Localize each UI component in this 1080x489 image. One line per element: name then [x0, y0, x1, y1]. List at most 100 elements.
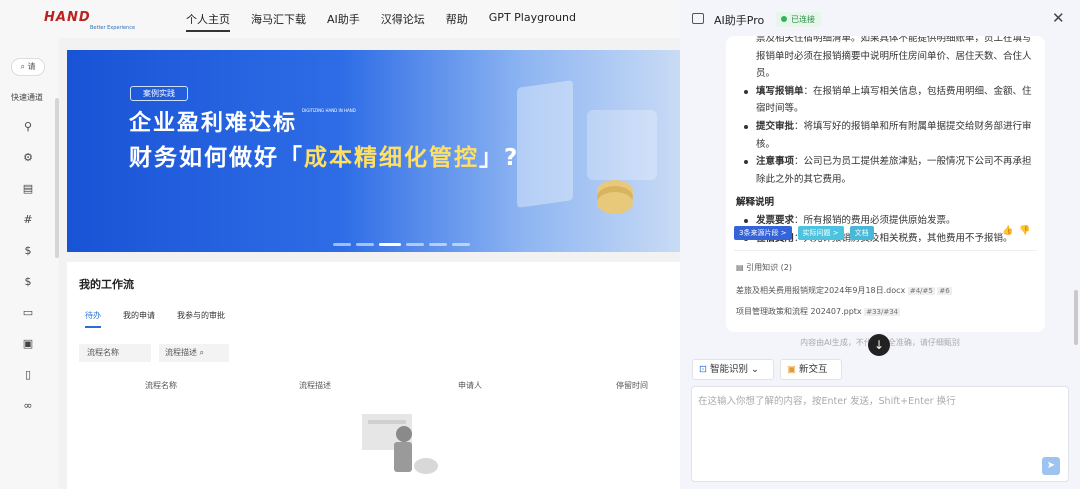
citation-ref[interactable]: #33/#34: [864, 308, 901, 316]
tab-my-approvals[interactable]: 我参与的审批: [177, 310, 225, 328]
list-item-title: 填写报销单: [756, 85, 804, 97]
carousel-dot[interactable]: [452, 243, 470, 246]
list-item-title: 发票要求: [756, 214, 795, 226]
background-page: HAND Better Experience 个人主页 海马汇下载 AI助手 汉…: [0, 0, 680, 489]
carousel-dot-active[interactable]: [379, 243, 401, 246]
list-item-title: 注意事项: [756, 156, 795, 168]
nav-item-gpt-playground[interactable]: GPT Playground: [489, 11, 576, 32]
sidebar-search[interactable]: ⌕ 请: [11, 58, 45, 76]
banner-carousel[interactable]: 案例实践 企业盈利难达标 DIGITIZING HAND IN HAND 财务如…: [67, 50, 680, 252]
list-item-title: 提交审批: [756, 120, 795, 132]
sources-chip[interactable]: 3条来源片段 >: [734, 226, 792, 240]
hash-icon[interactable]: #: [21, 213, 35, 227]
banner-line2-a: 财务如何做好「: [129, 145, 304, 171]
carousel-dot[interactable]: [333, 243, 351, 246]
close-icon[interactable]: ✕: [1052, 9, 1065, 27]
list-item-text: ：将填写好的报销单和所有附属单据提交给财务部进行审核。: [756, 120, 1032, 150]
carousel-dot[interactable]: [406, 243, 424, 246]
chat-input[interactable]: [698, 393, 1058, 453]
nav-item-help[interactable]: 帮助: [446, 11, 468, 32]
divider: [734, 250, 1037, 251]
filter-process-name[interactable]: 流程名称: [79, 344, 151, 362]
nav-menu: 个人主页 海马汇下载 AI助手 汉得论坛 帮助 GPT Playground: [186, 11, 597, 32]
finance-icon[interactable]: $: [21, 275, 35, 289]
send-icon: ➤: [1046, 460, 1056, 471]
user-icon[interactable]: ⚲: [21, 120, 35, 134]
nav-item-download[interactable]: 海马汇下载: [251, 11, 306, 32]
citation-name: 差旅及相关费用报销规定2024年9月18日.docx: [736, 286, 906, 295]
source-chips: 3条来源片段 > 实际问题 > 文档: [734, 226, 874, 240]
smart-recognition-button[interactable]: ⊡ 智能识别 ⌄: [692, 359, 774, 380]
carousel-dot[interactable]: [429, 243, 447, 246]
chat-input-box: ➤: [691, 386, 1069, 482]
book-icon[interactable]: ▯: [21, 368, 35, 382]
steps-list: 填写报销单：在报销单上填写相关信息，包括费用明细、金额、住宿时间等。 提交审批：…: [736, 83, 1032, 189]
banner-illustration-chart: [587, 110, 657, 180]
workflow-title: 我的工作流: [79, 278, 134, 291]
list-item: 填写报销单：在报销单上填写相关信息，包括费用明细、金额、住宿时间等。: [736, 83, 1032, 118]
banner-line2-c: 」?: [479, 145, 520, 171]
sidebar: ⌕ 请 快速通道 ⚲ ⚙ ▤ # $ $ ▭ ▣ ▯ ∞: [0, 38, 59, 489]
nav-item-forum[interactable]: 汉得论坛: [381, 11, 425, 32]
banner-illustration-receipt: [517, 80, 573, 208]
column-duration: 停留时间: [616, 381, 648, 390]
panel-title: AI助手Pro: [714, 14, 765, 27]
thumbs-down-icon[interactable]: 👎: [1019, 226, 1036, 236]
message-intro: 票及相关住宿明细清单。如果具体不能提供明细账单，员工在填写报销单时必须在报销摘要…: [756, 36, 1032, 80]
chevron-down-icon: ⌄: [751, 364, 760, 375]
finance-icon[interactable]: $: [21, 244, 35, 258]
banner-hand-mark: DIGITIZING HAND IN HAND: [302, 108, 356, 113]
list-item-text: ：所有报销的费用必须提供原始发票。: [794, 214, 956, 226]
filter-desc-label: 流程描述: [165, 348, 197, 357]
document-icon[interactable]: ▤: [21, 182, 35, 196]
filter-process-desc[interactable]: 流程描述 ⌕: [159, 344, 229, 362]
nav-item-ai-assistant[interactable]: AI助手: [327, 11, 360, 32]
panel-header: AI助手Pro 已连接 ✕: [680, 0, 1080, 36]
list-item: 提交审批：将填写好的报销单和所有附属单据提交给财务部进行审核。: [736, 118, 1032, 153]
citation-ref[interactable]: #4/#5: [907, 287, 935, 295]
sidebar-search-label: 请: [27, 62, 36, 71]
top-navigation: HAND Better Experience 个人主页 海马汇下载 AI助手 汉…: [0, 0, 680, 38]
scan-icon: ⊡: [699, 364, 707, 375]
empty-state-illustration: [362, 414, 438, 474]
banner-illustration-coins: [597, 192, 633, 214]
link-icon[interactable]: ∞: [21, 399, 35, 413]
hand-logo[interactable]: HAND: [44, 10, 91, 25]
assistant-message: 票及相关住宿明细清单。如果具体不能提供明细账单，员工在填写报销单时必须在报销摘要…: [726, 36, 1045, 332]
tab-todo[interactable]: 待办: [85, 310, 101, 328]
new-chat-button[interactable]: ▣ 新交互: [780, 359, 842, 380]
quick-access-label: 快速通道: [11, 93, 43, 102]
citation-name: 项目管理政策和流程 202407.pptx: [736, 307, 862, 316]
column-applicant: 申请人: [458, 381, 482, 390]
banner-title-line1: 企业盈利难达标: [129, 111, 298, 136]
folder-icon[interactable]: ▭: [21, 306, 35, 320]
search-icon[interactable]: ⌕: [200, 348, 204, 357]
nav-item-home[interactable]: 个人主页: [186, 11, 230, 32]
book-icon: ▤: [736, 263, 744, 272]
scroll-down-button[interactable]: ↓: [868, 334, 890, 356]
carousel-dot[interactable]: [356, 243, 374, 246]
citations-title: 引用知识 (2): [746, 263, 792, 272]
settings-icon[interactable]: ⚙: [21, 151, 35, 165]
citation-item[interactable]: 差旅及相关费用报销规定2024年9月18日.docx #4/#5 #6: [736, 285, 952, 296]
document-chip[interactable]: 文档: [849, 226, 874, 240]
citations-header: ▤ 引用知识 (2): [736, 262, 792, 273]
banner-line2-highlight: 成本精细化管控: [304, 145, 479, 171]
send-button[interactable]: ➤: [1042, 457, 1060, 475]
carousel-indicators: [333, 243, 470, 246]
question-chip[interactable]: 实际问题 >: [797, 226, 844, 240]
citation-item[interactable]: 项目管理政策和流程 202407.pptx #33/#34: [736, 306, 901, 317]
thumbs-up-icon[interactable]: 👍: [1002, 226, 1019, 236]
message-content: 票及相关住宿明细清单。如果具体不能提供明细账单，员工在填写报销单时必须在报销摘要…: [736, 36, 1032, 247]
smart-recognition-label: 智能识别: [710, 364, 749, 375]
citation-ref[interactable]: #6: [937, 287, 952, 295]
connection-status-badge: 已连接: [776, 12, 821, 27]
tab-my-requests[interactable]: 我的申请: [123, 310, 155, 328]
new-chat-label: 新交互: [799, 364, 828, 375]
panel-scrollbar[interactable]: [1074, 290, 1078, 345]
menu-icon[interactable]: [692, 13, 704, 24]
list-item-text: ：公司已为员工提供差旅津贴，一般情况下公司不再承担除此之外的其它费用。: [756, 156, 1032, 185]
sidebar-scrollbar[interactable]: [55, 98, 59, 258]
column-process-desc: 流程描述: [299, 381, 331, 390]
search-doc-icon[interactable]: ▣: [21, 337, 35, 351]
